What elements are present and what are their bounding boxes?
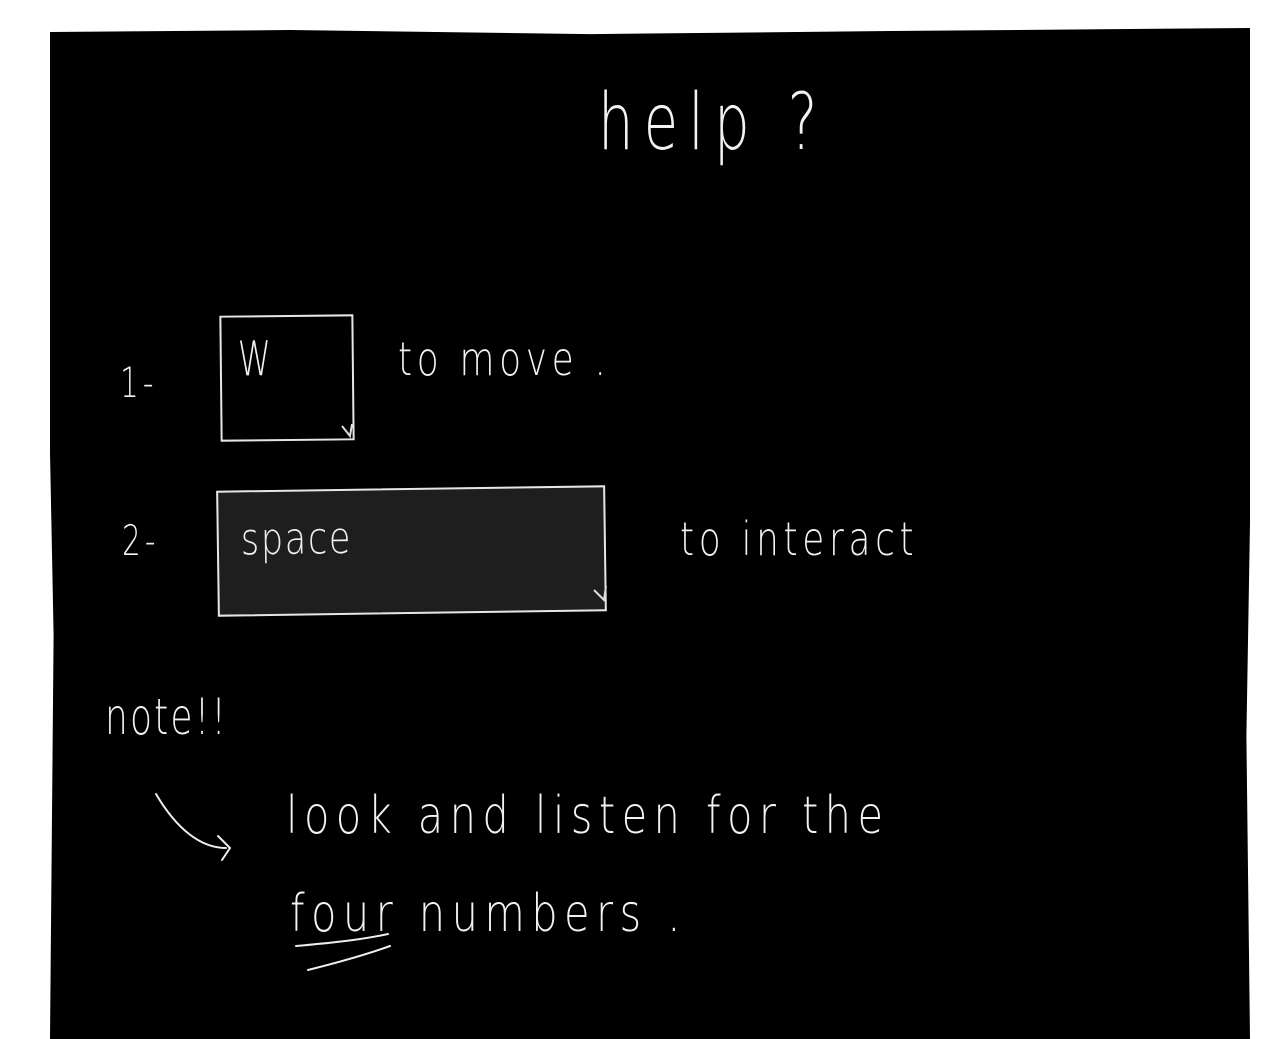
note-line-2: four numbers . [290,884,687,944]
step-1-number: 1- [120,358,158,407]
note-line-2-rest: numbers . [418,884,687,944]
curved-arrow-icon [155,793,232,861]
step-2-number: 2- [122,516,160,565]
help-screen: help ? 1- W to move . 2- space to intera… [50,28,1250,1039]
note-line-1: look and listen for the [286,786,890,846]
space-key-label: space [240,512,353,566]
step-2-action: to interact [680,512,919,566]
note-title: note!! [105,688,228,746]
help-title: help ? [598,78,828,168]
step-1-action: to move . [398,332,611,386]
note-emphasis-word: four [290,884,400,944]
w-key-label: W [237,331,272,388]
w-key-icon: W [219,314,355,442]
space-key-icon: space [216,485,607,617]
